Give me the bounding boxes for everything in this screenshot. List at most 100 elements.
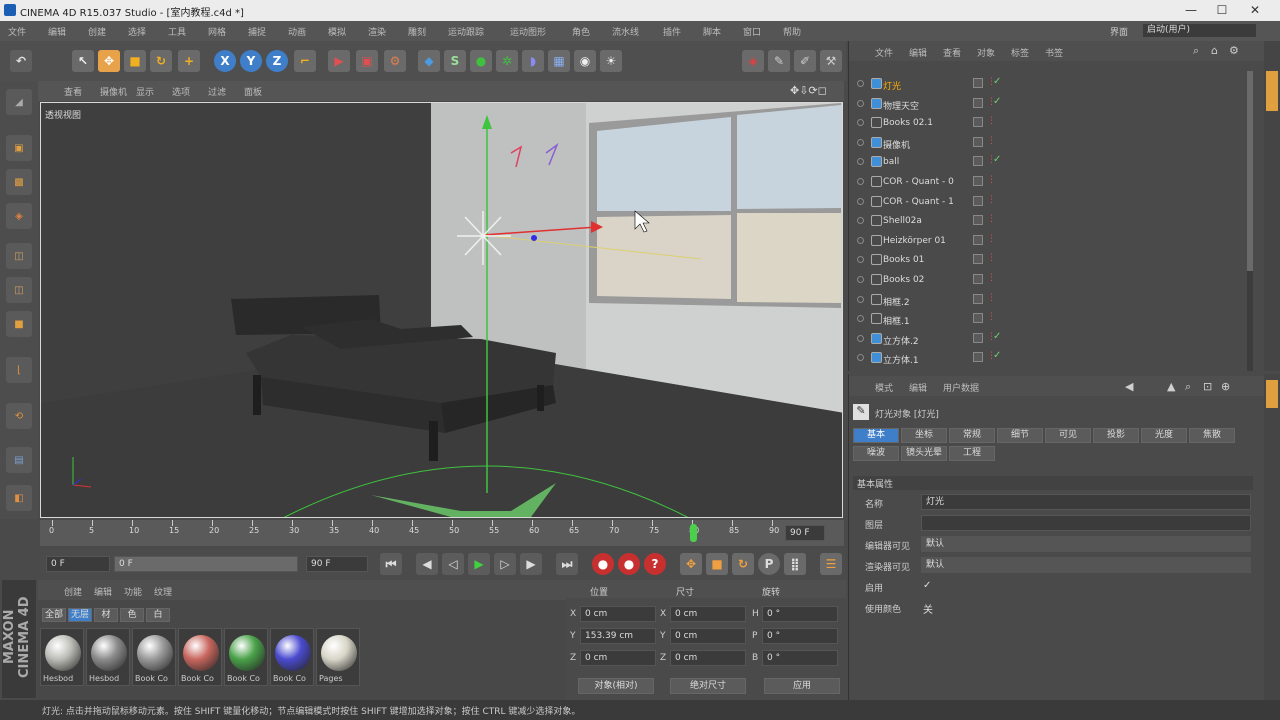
key-param-icon[interactable]: P xyxy=(758,553,780,575)
layout-select[interactable]: 启动(用户) xyxy=(1142,23,1257,38)
minimize-button[interactable]: — xyxy=(1176,1,1206,19)
attr-menu-1[interactable]: 编辑 xyxy=(909,381,927,394)
menu-item-15[interactable]: 插件 xyxy=(663,25,681,38)
viewport-menu-1[interactable]: 摄像机 xyxy=(100,85,127,98)
prev-key-icon[interactable]: ◀ xyxy=(416,553,438,575)
move-icon[interactable]: ✥ xyxy=(98,50,120,72)
visibility-toggle[interactable] xyxy=(973,136,983,147)
coord-pos-field[interactable]: 0 cm xyxy=(580,606,656,622)
visibility-toggle[interactable] xyxy=(973,313,983,324)
expand-icon[interactable] xyxy=(857,295,864,303)
next-frame-icon[interactable]: ▷ xyxy=(494,553,516,575)
attr-lock-icon[interactable]: ⊡ xyxy=(1203,380,1212,393)
object-menu-4[interactable]: 标签 xyxy=(1011,46,1029,59)
enabled-check-icon[interactable]: ✓ xyxy=(993,350,1001,361)
object-row[interactable]: COR - Quant - 1 ⋮ xyxy=(849,193,1249,213)
keyframe-help-icon[interactable]: ? xyxy=(644,553,666,575)
object-menu-3[interactable]: 对象 xyxy=(977,46,995,59)
viewport-menu-5[interactable]: 面板 xyxy=(244,85,262,98)
rotate-icon[interactable]: ↻ xyxy=(150,50,172,72)
menu-item-18[interactable]: 帮助 xyxy=(783,25,801,38)
cube-icon[interactable]: ◆ xyxy=(418,50,440,72)
attr-tab-7[interactable]: 焦散 xyxy=(1189,428,1235,443)
render-view-icon[interactable]: ▶ xyxy=(328,50,350,72)
material-tab-0[interactable]: 全部 xyxy=(42,608,66,622)
coord-rot-field[interactable]: 0 ° xyxy=(762,650,838,666)
object-row[interactable]: ball ⋮ ✓ xyxy=(849,153,1249,173)
play-icon[interactable]: ▶ xyxy=(468,553,490,575)
expand-icon[interactable] xyxy=(857,178,864,185)
object-row[interactable]: Books 02 ⋮ xyxy=(849,271,1249,291)
material-swatch[interactable]: Book Co xyxy=(178,628,222,686)
up-arrow-icon[interactable]: ▲ xyxy=(1167,380,1175,393)
edges-mode-icon[interactable]: ◫ xyxy=(6,277,32,303)
camera-icon[interactable]: ◉ xyxy=(574,50,596,72)
timeline-playhead[interactable] xyxy=(690,524,697,542)
attr-field-check[interactable]: ✓ xyxy=(923,580,931,591)
material-menu-3[interactable]: 纹理 xyxy=(154,585,172,598)
coord-system-icon[interactable]: ⌐ xyxy=(294,50,316,72)
menu-item-1[interactable]: 编辑 xyxy=(48,25,66,38)
visibility-toggle[interactable] xyxy=(973,215,983,226)
enabled-check-icon[interactable]: ✓ xyxy=(993,96,1001,107)
render-dot-icon[interactable]: ⋮ xyxy=(987,195,996,205)
object-menu-2[interactable]: 查看 xyxy=(943,46,961,59)
attr-tab-4[interactable]: 可见 xyxy=(1045,428,1091,443)
scene-icon[interactable]: ▦ xyxy=(548,50,570,72)
y-axis-icon[interactable]: Y xyxy=(240,50,262,72)
menu-item-0[interactable]: 文件 xyxy=(8,25,26,38)
attr-tab2-0[interactable]: 噪波 xyxy=(853,446,899,461)
render-picture-icon[interactable]: ▣ xyxy=(356,50,378,72)
render-dot-icon[interactable]: ⋮ xyxy=(987,273,996,283)
material-swatch[interactable]: Hesbod xyxy=(40,628,84,686)
menu-item-7[interactable]: 动画 xyxy=(288,25,306,38)
menu-item-13[interactable]: 角色 xyxy=(572,25,590,38)
object-row[interactable]: Shell02a ⋮ xyxy=(849,212,1249,232)
search-icon[interactable]: ⌕ xyxy=(1193,44,1199,58)
expand-icon[interactable] xyxy=(857,119,864,127)
expand-icon[interactable] xyxy=(857,256,864,264)
visibility-toggle[interactable] xyxy=(973,254,983,265)
go-end-icon[interactable]: ⏭ xyxy=(556,553,578,575)
size-mode-select[interactable]: 绝对尺寸 xyxy=(670,678,746,694)
render-dot-icon[interactable]: ⋮ xyxy=(987,253,996,263)
scale-icon[interactable]: ■ xyxy=(124,50,146,72)
attr-tab-1[interactable]: 坐标 xyxy=(901,428,947,443)
attr-tab-2[interactable]: 常规 xyxy=(949,428,995,443)
viewport-menu-4[interactable]: 过滤 xyxy=(208,85,226,98)
select-icon[interactable]: ↖ xyxy=(72,50,94,72)
render-dot-icon[interactable]: ⋮ xyxy=(987,175,996,185)
render-dot-icon[interactable]: ⋮ xyxy=(987,293,996,303)
coord-pos-field[interactable]: 0 cm xyxy=(580,650,656,666)
attr-field-value[interactable]: 默认 xyxy=(921,536,1251,552)
undo-icon[interactable]: ↶ xyxy=(10,50,32,72)
frame-range-slider[interactable]: 0 F xyxy=(114,556,298,572)
object-row[interactable]: COR - Quant - 0 ⋮ xyxy=(849,173,1249,193)
attr-tab-3[interactable]: 细节 xyxy=(997,428,1043,443)
workplane-lock-icon[interactable]: ▤ xyxy=(6,447,32,473)
render-dot-icon[interactable]: ⋮ xyxy=(987,234,996,244)
coord-mode-select[interactable]: 对象(相对) xyxy=(578,678,654,694)
key-rotation-icon[interactable]: ↻ xyxy=(732,553,754,575)
menu-item-16[interactable]: 脚本 xyxy=(703,25,721,38)
menu-item-14[interactable]: 流水线 xyxy=(612,25,639,38)
nurbs-icon[interactable]: ● xyxy=(470,50,492,72)
key-scale-icon[interactable]: ■ xyxy=(706,553,728,575)
expand-icon[interactable] xyxy=(857,334,864,342)
side-tab-objects[interactable] xyxy=(1266,71,1278,111)
menu-item-17[interactable]: 窗口 xyxy=(743,25,761,38)
back-arrow-icon[interactable]: ◀ xyxy=(1125,380,1133,393)
snap-icon[interactable]: ⟲ xyxy=(6,403,32,429)
material-swatch[interactable]: Hesbod xyxy=(86,628,130,686)
enabled-check-icon[interactable]: ✓ xyxy=(993,331,1001,342)
x-axis-icon[interactable]: X xyxy=(214,50,236,72)
coord-pos-field[interactable]: 153.39 cm xyxy=(580,628,656,644)
coord-size-field[interactable]: 0 cm xyxy=(670,628,746,644)
key-pla-icon[interactable]: ⣿ xyxy=(784,553,806,575)
visibility-toggle[interactable] xyxy=(973,352,983,363)
enabled-check-icon[interactable]: ✓ xyxy=(993,76,1001,87)
next-key-icon[interactable]: ▶ xyxy=(520,553,542,575)
maximize-button[interactable]: ☐ xyxy=(1207,1,1237,19)
texture-mode-icon[interactable]: ▩ xyxy=(6,169,32,195)
material-swatch[interactable]: Book Co xyxy=(132,628,176,686)
